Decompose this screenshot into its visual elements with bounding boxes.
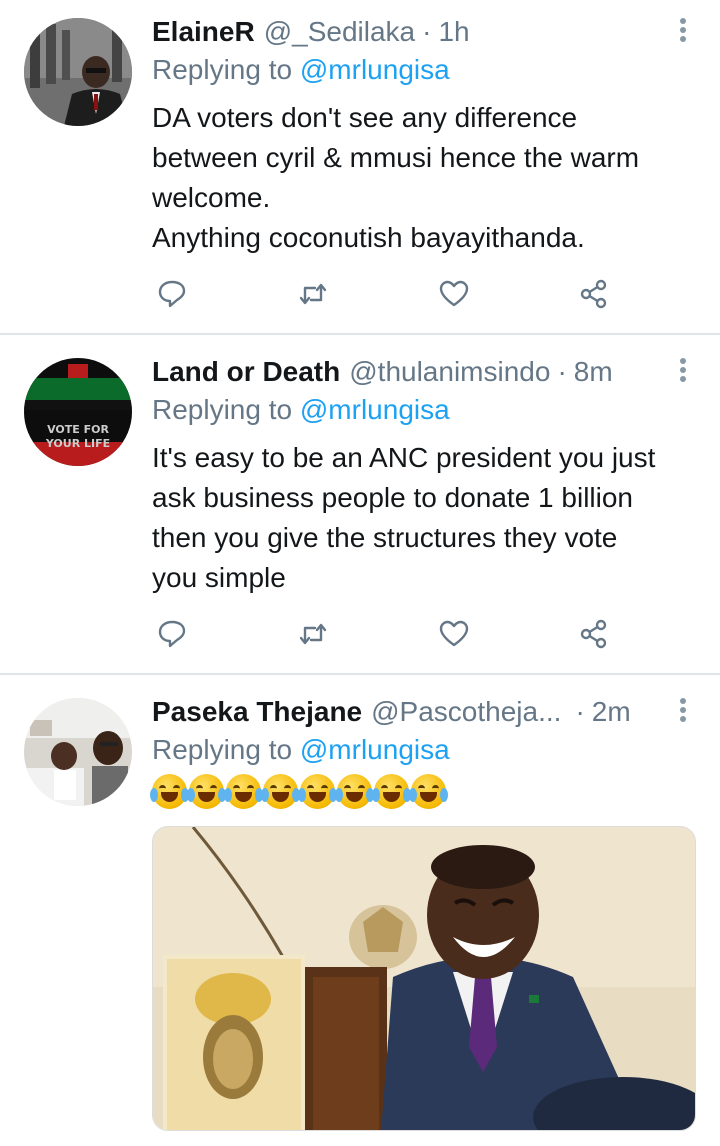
tears-of-joy-emoji-icon bbox=[409, 774, 448, 809]
more-options-icon[interactable] bbox=[676, 14, 690, 46]
tweet-text-line: ask business people to donate 1 billion bbox=[152, 482, 634, 513]
reply-icon bbox=[158, 620, 186, 648]
tweet-emoji-row bbox=[150, 774, 448, 814]
replying-prefix: Replying to bbox=[152, 734, 293, 765]
reply-icon bbox=[158, 280, 186, 308]
display-name[interactable]: Paseka Thejane bbox=[152, 696, 362, 728]
like-icon bbox=[439, 620, 469, 647]
mention-link[interactable]: @mrlungisa bbox=[300, 734, 450, 765]
share-button[interactable] bbox=[574, 274, 614, 314]
tweet-text-line: between cyril & mmusi hence the warm bbox=[152, 142, 640, 173]
tweet-text-line: welcome. bbox=[152, 182, 271, 213]
mention-link[interactable]: @mrlungisa bbox=[300, 54, 450, 85]
replying-to: Replying to @mrlungisa bbox=[152, 394, 450, 426]
retweet-icon bbox=[299, 623, 327, 645]
replying-prefix: Replying to bbox=[152, 394, 293, 425]
handle[interactable]: @thulanimsindo bbox=[349, 356, 550, 388]
divider bbox=[0, 673, 720, 675]
timestamp[interactable]: 8m bbox=[574, 356, 613, 388]
like-button[interactable] bbox=[434, 614, 474, 654]
display-name[interactable]: Land or Death bbox=[152, 356, 340, 388]
tears-of-joy-emoji-icon bbox=[261, 774, 300, 809]
tears-of-joy-emoji-icon bbox=[224, 774, 263, 809]
timestamp[interactable]: 2m bbox=[592, 696, 631, 728]
share-icon bbox=[580, 619, 607, 649]
more-options-icon[interactable] bbox=[676, 694, 690, 726]
reply-button[interactable] bbox=[152, 614, 192, 654]
reply-button[interactable] bbox=[152, 274, 192, 314]
avatar[interactable] bbox=[24, 18, 132, 126]
tweet-text-line: then you give the structures they vote bbox=[152, 522, 618, 553]
action-bar bbox=[152, 274, 672, 314]
like-icon bbox=[439, 280, 469, 307]
display-name[interactable]: ElaineR bbox=[152, 16, 255, 48]
avatar-text: VOTE FOR bbox=[47, 423, 109, 436]
handle[interactable]: @_Sedilaka bbox=[264, 16, 415, 48]
tears-of-joy-emoji-icon bbox=[187, 774, 226, 809]
more-options-icon[interactable] bbox=[676, 354, 690, 386]
avatar[interactable]: VOTE FOR YOUR LIFE bbox=[24, 358, 132, 466]
share-button[interactable] bbox=[574, 614, 614, 654]
action-bar bbox=[152, 614, 672, 654]
avatar[interactable] bbox=[24, 698, 132, 806]
divider bbox=[0, 333, 720, 335]
tweet-2[interactable]: VOTE FOR YOUR LIFE Land or Death @thulan… bbox=[0, 340, 720, 674]
mention-link[interactable]: @mrlungisa bbox=[300, 394, 450, 425]
replying-to: Replying to @mrlungisa bbox=[152, 54, 450, 86]
separator: · bbox=[422, 16, 432, 47]
tweet-text: It's easy to be an ANC president you jus… bbox=[152, 438, 700, 598]
tweet-header: Land or Death @thulanimsindo · 8m bbox=[152, 352, 613, 392]
tweet-text-line: Anything coconutish bayayithanda. bbox=[152, 222, 585, 253]
tears-of-joy-emoji-icon bbox=[335, 774, 374, 809]
tweet-image[interactable] bbox=[152, 826, 696, 1131]
retweet-button[interactable] bbox=[293, 614, 333, 654]
tweet-text-line: you simple bbox=[152, 562, 286, 593]
avatar-text: YOUR LIFE bbox=[45, 437, 110, 450]
tears-of-joy-emoji-icon bbox=[150, 774, 189, 809]
separator: · bbox=[575, 696, 585, 727]
tweet-text-line: It's easy to be an ANC president you jus… bbox=[152, 442, 656, 473]
timestamp[interactable]: 1h bbox=[438, 16, 469, 48]
replying-prefix: Replying to bbox=[152, 54, 293, 85]
tweet-header: Paseka Thejane @Pascotheja... · 2m bbox=[152, 692, 631, 732]
like-button[interactable] bbox=[434, 274, 474, 314]
tweet-text: DA voters don't see any difference betwe… bbox=[152, 98, 700, 258]
tweet-3[interactable]: Paseka Thejane @Pascotheja... · 2m Reply… bbox=[0, 680, 720, 1146]
replying-to: Replying to @mrlungisa bbox=[152, 734, 450, 766]
handle[interactable]: @Pascotheja... bbox=[371, 696, 561, 728]
tears-of-joy-emoji-icon bbox=[298, 774, 337, 809]
separator: · bbox=[557, 356, 567, 387]
share-icon bbox=[580, 279, 607, 309]
tweet-text-line: DA voters don't see any difference bbox=[152, 102, 578, 133]
photo-laughing-man bbox=[153, 827, 695, 1130]
tweet-header: ElaineR @_Sedilaka · 1h bbox=[152, 12, 470, 52]
tweet-1[interactable]: ElaineR @_Sedilaka · 1h Replying to @mrl… bbox=[0, 0, 720, 334]
retweet-icon bbox=[299, 283, 327, 305]
retweet-button[interactable] bbox=[293, 274, 333, 314]
tears-of-joy-emoji-icon bbox=[372, 774, 411, 809]
